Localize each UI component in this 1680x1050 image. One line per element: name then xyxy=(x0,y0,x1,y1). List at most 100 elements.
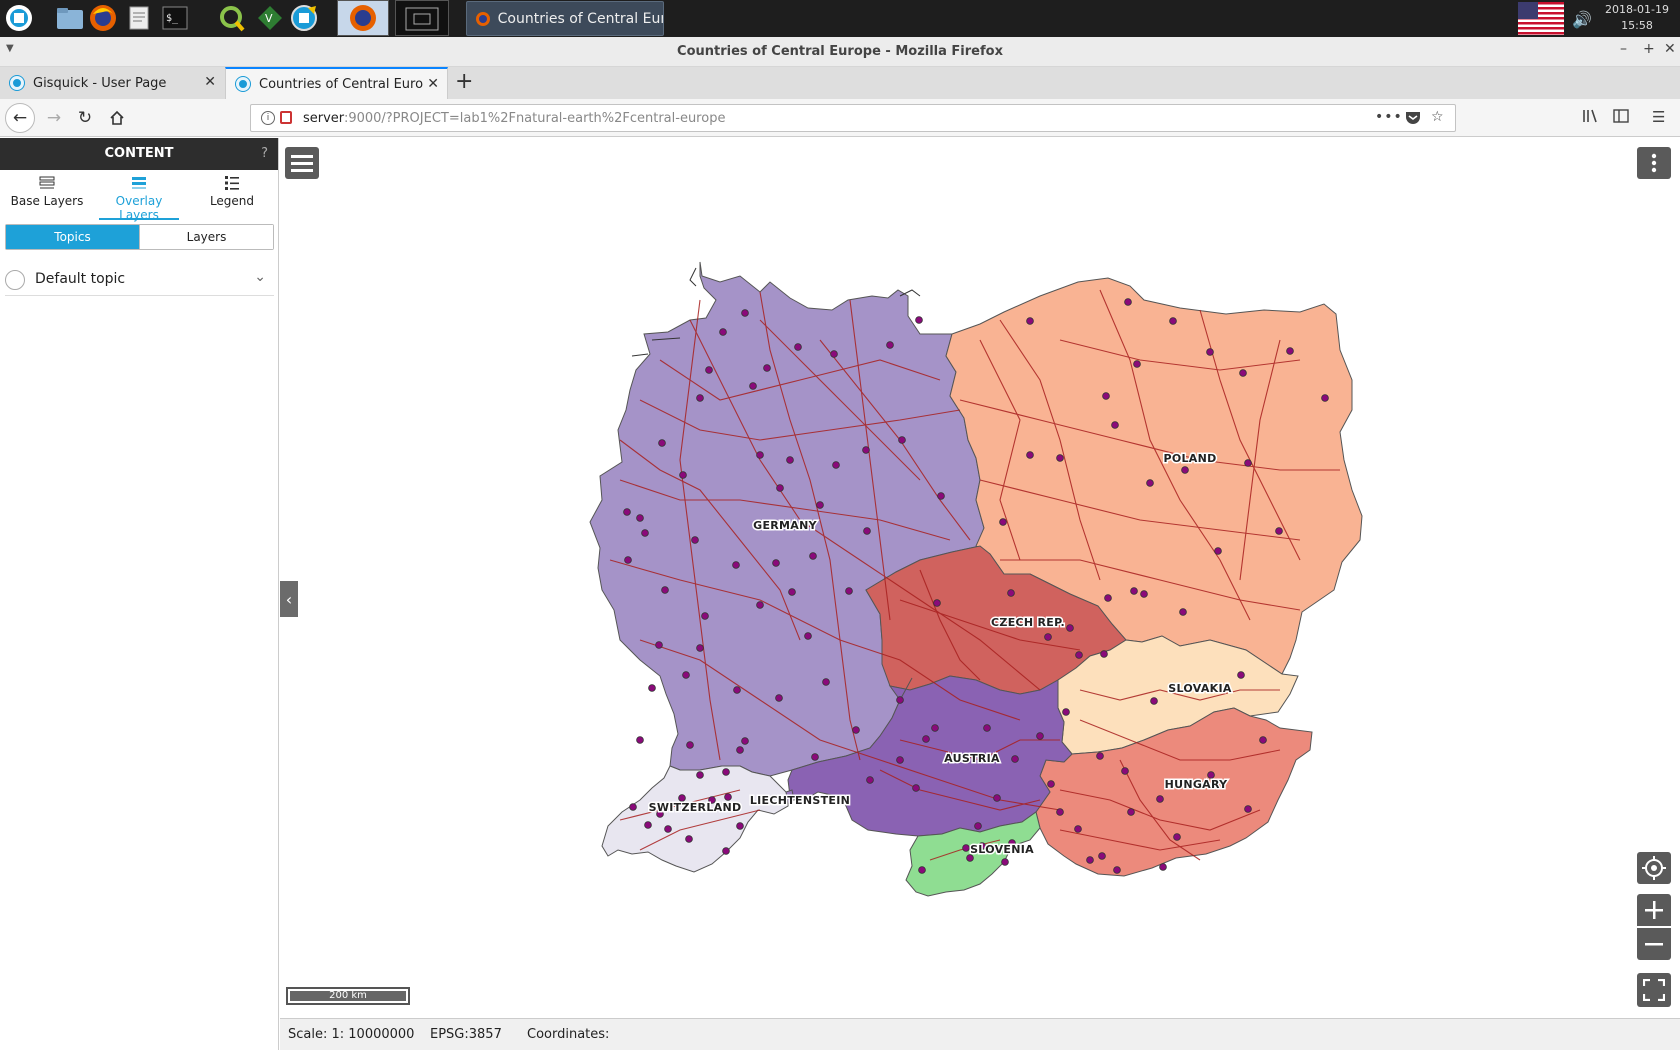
city-point[interactable] xyxy=(701,612,709,620)
insecure-lock-icon[interactable] xyxy=(280,111,292,124)
clock[interactable]: 2018-01-19 15:58 xyxy=(1595,2,1679,34)
fullscreen-button[interactable] xyxy=(1637,973,1671,1007)
city-point[interactable] xyxy=(1074,825,1082,833)
tab-gisquick-user-page[interactable]: Gisquick - User Page ✕ xyxy=(0,67,224,99)
tab-base-layers[interactable]: Base Layers xyxy=(3,175,91,208)
city-point[interactable] xyxy=(832,461,840,469)
city-point[interactable] xyxy=(719,328,727,336)
city-point[interactable] xyxy=(1179,608,1187,616)
city-point[interactable] xyxy=(696,394,704,402)
page-actions-icon[interactable]: ••• xyxy=(1375,109,1403,125)
forward-button[interactable]: → xyxy=(40,104,68,132)
city-point[interactable] xyxy=(1111,421,1119,429)
city-point[interactable] xyxy=(696,644,704,652)
city-point[interactable] xyxy=(937,492,945,500)
city-point[interactable] xyxy=(845,587,853,595)
city-point[interactable] xyxy=(1130,587,1138,595)
city-point[interactable] xyxy=(863,527,871,535)
city-point[interactable] xyxy=(898,436,906,444)
city-point[interactable] xyxy=(696,771,704,779)
city-point[interactable] xyxy=(852,726,860,734)
zoom-in-button[interactable] xyxy=(1637,894,1671,926)
close-window-icon[interactable]: ✕ xyxy=(1664,41,1676,57)
city-point[interactable] xyxy=(756,451,764,459)
city-point[interactable] xyxy=(1275,527,1283,535)
city-point[interactable] xyxy=(624,556,632,564)
city-point[interactable] xyxy=(655,641,663,649)
city-point[interactable] xyxy=(1124,298,1132,306)
layers-button[interactable]: Layers xyxy=(139,225,273,249)
city-point[interactable] xyxy=(788,588,796,596)
text-editor-icon[interactable] xyxy=(125,3,155,33)
city-point[interactable] xyxy=(809,552,817,560)
city-point[interactable] xyxy=(629,803,637,811)
city-point[interactable] xyxy=(1056,808,1064,816)
city-point[interactable] xyxy=(816,501,824,509)
city-point[interactable] xyxy=(1121,767,1129,775)
bookmark-star-icon[interactable]: ☆ xyxy=(1431,109,1444,125)
library-icon[interactable] xyxy=(1582,108,1598,128)
city-point[interactable] xyxy=(922,735,930,743)
city-point[interactable] xyxy=(886,341,894,349)
city-point[interactable] xyxy=(1075,651,1083,659)
city-point[interactable] xyxy=(983,724,991,732)
city-point[interactable] xyxy=(822,678,830,686)
qgis-icon[interactable] xyxy=(217,3,247,33)
city-point[interactable] xyxy=(1237,671,1245,679)
city-point[interactable] xyxy=(741,309,749,317)
close-tab-icon[interactable]: ✕ xyxy=(204,74,216,90)
city-point[interactable] xyxy=(679,471,687,479)
city-point[interactable] xyxy=(1056,454,1064,462)
help-button[interactable]: ? xyxy=(261,138,268,170)
city-point[interactable] xyxy=(741,737,749,745)
tab-countries-of-central-europe[interactable]: Countries of Central Euro ✕ xyxy=(225,67,448,99)
city-point[interactable] xyxy=(1206,348,1214,356)
city-point[interactable] xyxy=(691,536,699,544)
city-point[interactable] xyxy=(775,694,783,702)
city-point[interactable] xyxy=(804,632,812,640)
map-tools-button[interactable] xyxy=(1637,147,1671,179)
city-point[interactable] xyxy=(664,825,672,833)
city-point[interactable] xyxy=(918,866,926,874)
city-point[interactable] xyxy=(896,756,904,764)
city-point[interactable] xyxy=(786,456,794,464)
city-point[interactable] xyxy=(1156,795,1164,803)
city-point[interactable] xyxy=(1150,697,1158,705)
city-point[interactable] xyxy=(658,439,666,447)
city-point[interactable] xyxy=(1007,589,1015,597)
city-point[interactable] xyxy=(1062,708,1070,716)
city-point[interactable] xyxy=(1044,633,1052,641)
city-point[interactable] xyxy=(1133,360,1141,368)
city-point[interactable] xyxy=(1102,392,1110,400)
collapse-panel-button[interactable]: ‹ xyxy=(280,581,298,617)
terminal-icon[interactable]: $_ xyxy=(160,3,190,33)
city-point[interactable] xyxy=(1244,459,1252,467)
city-point[interactable] xyxy=(1169,317,1177,325)
city-point[interactable] xyxy=(1159,863,1167,871)
city-point[interactable] xyxy=(1146,479,1154,487)
city-point[interactable] xyxy=(749,382,757,390)
city-point[interactable] xyxy=(641,529,649,537)
city-point[interactable] xyxy=(1259,736,1267,744)
city-point[interactable] xyxy=(912,784,920,792)
pocket-icon[interactable] xyxy=(1405,109,1421,129)
topic-radio[interactable] xyxy=(5,270,25,290)
minimize-icon[interactable]: – xyxy=(1620,41,1627,57)
city-point[interactable] xyxy=(811,753,819,761)
city-point[interactable] xyxy=(661,586,669,594)
city-point[interactable] xyxy=(915,316,923,324)
city-point[interactable] xyxy=(732,561,740,569)
gisquick-icon[interactable] xyxy=(289,3,319,33)
firefox-icon[interactable] xyxy=(88,3,118,33)
city-point[interactable] xyxy=(1214,547,1222,555)
reload-button[interactable]: ↻ xyxy=(71,104,99,132)
taskbar-window-button[interactable]: Countries of Central Eur... xyxy=(466,1,664,36)
city-point[interactable] xyxy=(705,366,713,374)
city-point[interactable] xyxy=(1026,317,1034,325)
city-point[interactable] xyxy=(1098,852,1106,860)
city-point[interactable] xyxy=(1096,752,1104,760)
city-point[interactable] xyxy=(931,724,939,732)
city-point[interactable] xyxy=(993,794,1001,802)
city-point[interactable] xyxy=(1001,858,1009,866)
city-point[interactable] xyxy=(974,822,982,830)
